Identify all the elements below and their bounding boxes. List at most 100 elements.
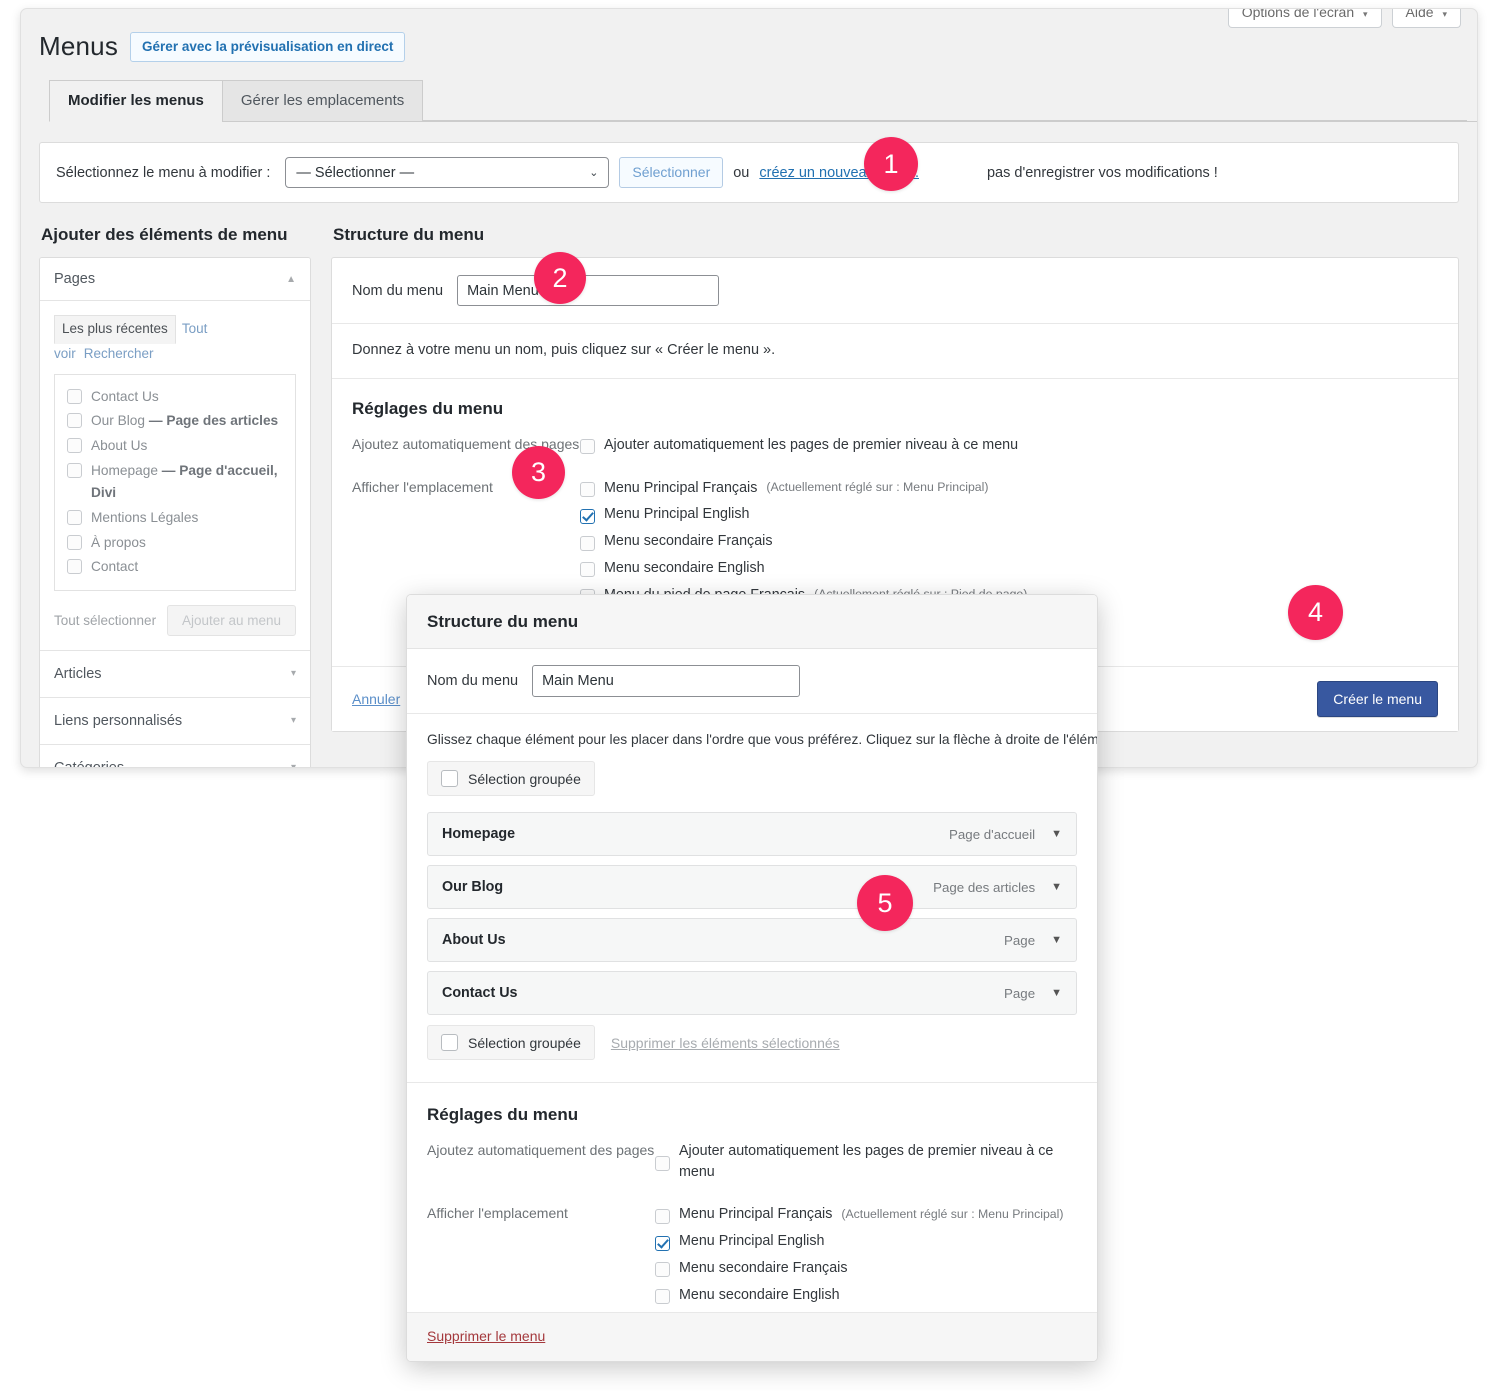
checkbox-icon[interactable] bbox=[67, 388, 82, 404]
checkbox-icon[interactable] bbox=[580, 439, 595, 455]
menu-select-dropdown[interactable]: — Sélectionner — ⌄ bbox=[285, 157, 610, 188]
accordion-panels: Pages ▲ Les plus récentes Tout voir Recher… bbox=[39, 257, 311, 767]
chevron-down-icon[interactable]: ▼ bbox=[1051, 987, 1062, 999]
step-badge-4: 4 bbox=[1288, 585, 1343, 640]
checkbox-icon[interactable] bbox=[67, 438, 82, 454]
overlay-location-row-menu-secondaire-english[interactable]: Menu secondaire English bbox=[655, 1285, 1077, 1306]
overlay-menu-name-input[interactable]: Main Menu bbox=[532, 665, 801, 697]
chevron-down-icon: ⌄ bbox=[589, 167, 599, 179]
chevron-down-icon[interactable]: ▼ bbox=[1051, 934, 1062, 946]
accordion-categories[interactable]: Catégories ▾ bbox=[40, 743, 310, 767]
list-item[interactable]: Contact bbox=[67, 555, 283, 580]
step-badge-1: 1 bbox=[864, 137, 918, 191]
menu-item-title: Contact Us bbox=[442, 985, 518, 1001]
list-item[interactable]: About Us bbox=[67, 434, 283, 459]
location-row-menu-secondaire-francais[interactable]: Menu secondaire Français bbox=[580, 531, 1438, 552]
checkbox-checked-icon[interactable] bbox=[655, 1235, 670, 1251]
location-note: (Actuellement réglé sur : Menu Principal… bbox=[766, 480, 989, 495]
screen-options-button[interactable]: Options de l'écran ▾ bbox=[1227, 9, 1382, 28]
auto-add-checkbox-row[interactable]: Ajouter automatiquement les pages de pre… bbox=[580, 435, 1438, 456]
table-row[interactable]: Our Blog Page des articles ▼ bbox=[427, 865, 1077, 909]
checkbox-icon[interactable] bbox=[655, 1262, 670, 1278]
menu-name-value: Main Menu bbox=[467, 282, 539, 299]
delete-menu-link[interactable]: Supprimer le menu bbox=[427, 1328, 545, 1344]
list-item[interactable]: Homepage — Page d'accueil, Divi bbox=[67, 459, 283, 506]
list-item[interactable]: Mentions Légales bbox=[67, 506, 283, 531]
location-row-menu-principal-english[interactable]: Menu Principal English bbox=[580, 504, 1438, 525]
create-menu-button[interactable]: Créer le menu bbox=[1317, 681, 1438, 718]
tab-search[interactable]: Rechercher bbox=[84, 346, 154, 361]
table-row[interactable]: About Us Page ▼ bbox=[427, 918, 1077, 962]
page-item-label: À propos bbox=[91, 534, 146, 550]
overlay-settings-title: Réglages du menu bbox=[427, 1105, 579, 1124]
overlay-location-label: Menu Principal English bbox=[679, 1233, 825, 1250]
add-to-menu-button[interactable]: Ajouter au menu bbox=[166, 604, 296, 636]
checkbox-icon[interactable] bbox=[67, 413, 82, 429]
checkbox-icon[interactable] bbox=[441, 770, 458, 787]
accordion-posts[interactable]: Articles ▾ bbox=[40, 649, 310, 697]
or-text: ou bbox=[733, 164, 750, 181]
list-item[interactable]: Our Blog — Page des articles bbox=[67, 409, 283, 434]
cancel-link[interactable]: Annuler bbox=[352, 691, 400, 707]
select-submit-button[interactable]: Sélectionner bbox=[619, 157, 724, 188]
table-row[interactable]: Contact Us Page ▼ bbox=[427, 971, 1077, 1015]
pages-checkbox-list: Contact Us Our Blog — Page des articles … bbox=[54, 373, 296, 591]
page-item-label: Homepage bbox=[91, 462, 162, 478]
overlay-menu-name-value: Main Menu bbox=[542, 673, 614, 689]
accordion-custom-links-title: Liens personnalisés bbox=[54, 712, 183, 729]
location-row-menu-principal-francais[interactable]: Menu Principal Français (Actuellement ré… bbox=[580, 478, 1438, 499]
tab-most-recent[interactable]: Les plus récentes bbox=[54, 315, 176, 344]
live-preview-button[interactable]: Gérer avec la prévisualisation en direct bbox=[130, 31, 406, 62]
checkbox-icon[interactable] bbox=[655, 1288, 670, 1304]
help-label: Aide bbox=[1405, 8, 1434, 20]
overlay-location-row-menu-principal-english[interactable]: Menu Principal English bbox=[655, 1231, 1077, 1252]
accordion-pages-body: Les plus récentes Tout voir Rechercher Con… bbox=[40, 301, 310, 650]
overlay-location-row-menu-secondaire-francais[interactable]: Menu secondaire Français bbox=[655, 1258, 1077, 1279]
tab-manage-locations[interactable]: Gérer les emplacements bbox=[221, 80, 424, 122]
help-button[interactable]: Aide ▾ bbox=[1391, 8, 1461, 28]
overlay-instructions: Glissez chaque élément pour les placer d… bbox=[427, 732, 1097, 747]
accordion-posts-title: Articles bbox=[54, 665, 102, 682]
bulk-select-top[interactable]: Sélection groupée bbox=[427, 761, 595, 796]
bulk-select-bottom[interactable]: Sélection groupée bbox=[427, 1025, 595, 1060]
delete-selected-items-link[interactable]: Supprimer les éléments sélectionnés bbox=[611, 1035, 840, 1051]
overlay-auto-add-checkbox-row[interactable]: Ajouter automatiquement les pages de pre… bbox=[655, 1141, 1077, 1182]
overlay-footer: Supprimer le menu bbox=[407, 1312, 1097, 1361]
chevron-down-icon[interactable]: ▼ bbox=[1051, 828, 1062, 840]
table-row[interactable]: Homepage Page d'accueil ▼ bbox=[427, 812, 1077, 856]
accordion-pages-header[interactable]: Pages ▲ bbox=[40, 258, 310, 301]
list-item[interactable]: Contact Us bbox=[67, 385, 283, 410]
tab-bar: Modifier les menus Gérer les emplacement… bbox=[49, 80, 1477, 122]
bulk-select-top-label: Sélection groupée bbox=[468, 770, 581, 787]
page-item-label: About Us bbox=[91, 438, 148, 454]
checkbox-icon[interactable] bbox=[67, 559, 82, 575]
tab-edit-menus[interactable]: Modifier les menus bbox=[49, 80, 223, 122]
list-item[interactable]: À propos bbox=[67, 531, 283, 556]
pages-footer-row: Tout sélectionner Ajouter au menu bbox=[54, 604, 296, 636]
overlay-location-row-menu-principal-francais[interactable]: Menu Principal Français (Actuellement ré… bbox=[655, 1204, 1077, 1225]
location-label: Menu secondaire English bbox=[604, 559, 765, 576]
add-menu-items-column: Ajouter des éléments de menu Pages ▲ Les… bbox=[39, 225, 311, 767]
overlay-location-label: Menu secondaire Français bbox=[679, 1259, 848, 1276]
menu-name-label: Nom du menu bbox=[352, 282, 444, 299]
checkbox-icon[interactable] bbox=[580, 535, 595, 551]
accordion-custom-links[interactable]: Liens personnalisés ▾ bbox=[40, 696, 310, 744]
menu-item-type: Page d'accueil bbox=[949, 826, 1036, 842]
checkbox-icon[interactable] bbox=[67, 509, 82, 525]
overlay-menu-name-label: Nom du menu bbox=[427, 673, 519, 689]
menu-item-title: Our Blog bbox=[442, 879, 504, 895]
checkbox-icon[interactable] bbox=[655, 1155, 670, 1171]
checkbox-icon[interactable] bbox=[67, 462, 82, 478]
menu-settings-title: Réglages du menu bbox=[352, 399, 504, 418]
checkbox-checked-icon[interactable] bbox=[580, 508, 595, 524]
location-row-menu-secondaire-english[interactable]: Menu secondaire English bbox=[580, 558, 1438, 579]
select-all-link[interactable]: Tout sélectionner bbox=[54, 613, 156, 628]
checkbox-icon[interactable] bbox=[580, 562, 595, 578]
chevron-down-icon[interactable]: ▼ bbox=[1051, 881, 1062, 893]
checkbox-icon[interactable] bbox=[580, 482, 595, 498]
checkbox-icon[interactable] bbox=[655, 1208, 670, 1224]
page-title: Menus bbox=[39, 31, 119, 61]
menu-name-input[interactable]: Main Menu bbox=[457, 275, 720, 306]
checkbox-icon[interactable] bbox=[67, 534, 82, 550]
checkbox-icon[interactable] bbox=[441, 1034, 458, 1051]
